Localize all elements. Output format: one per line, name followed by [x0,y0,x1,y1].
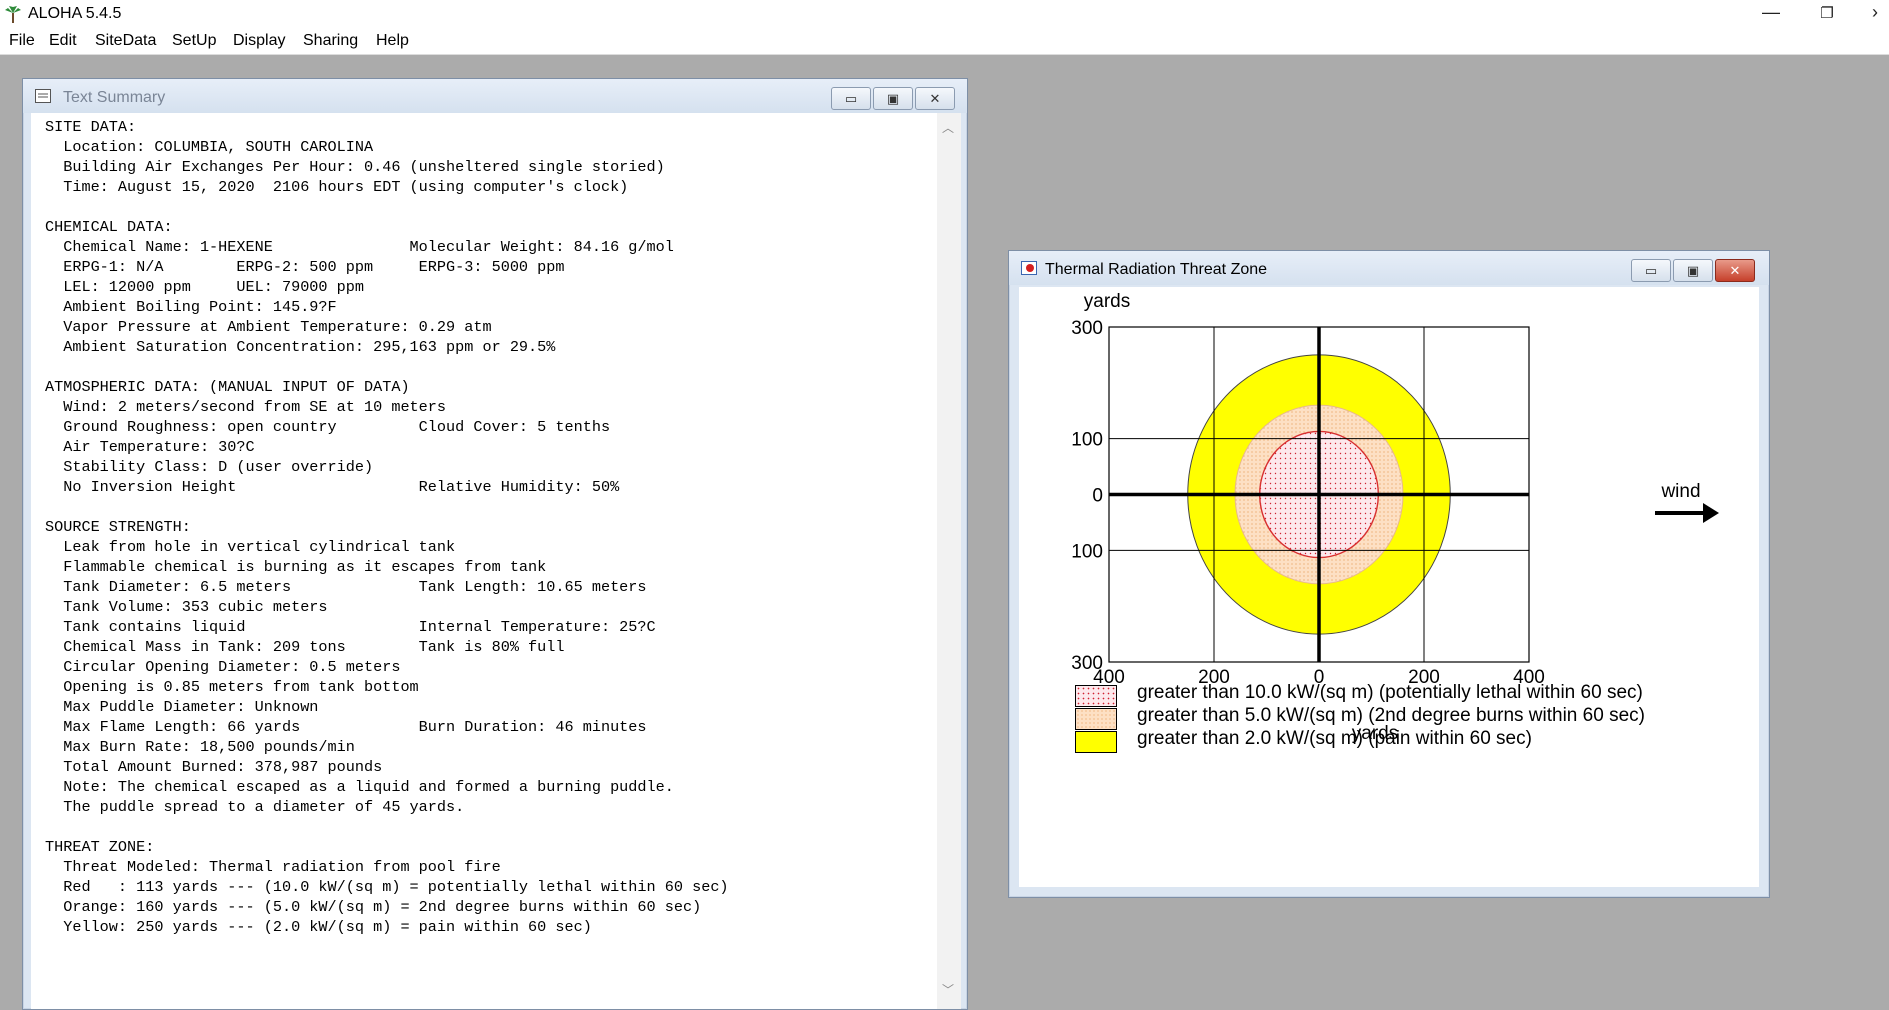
minimize-icon: ▭ [1644,262,1658,278]
y-tick-label: 0 [1092,486,1103,507]
threat-zone-titlebar[interactable]: Thermal Radiation Threat Zone ▭ ▣ ✕ [1009,251,1769,285]
minimize-button[interactable]: — [1756,2,1786,23]
vertical-scrollbar[interactable]: ︿ ﹀ [937,113,961,1009]
y-tick-label: 100 [1071,430,1103,451]
summary-line: Max Flame Length: 66 yards Burn Duration… [45,718,647,736]
text-summary-titlebar[interactable]: Text Summary ▭ ▣ ✕ [23,79,967,113]
summary-line: Ground Roughness: open country Cloud Cov… [45,418,611,436]
menu-sharing[interactable]: Sharing [303,32,358,50]
summary-line: Max Burn Rate: 18,500 pounds/min [45,738,355,756]
menu-sitedata[interactable]: SiteData [95,32,156,50]
document-icon [35,89,51,103]
menu-bar: File Edit SiteData SetUp Display Sharing… [0,28,1889,55]
y-axis-label: yards [1084,291,1130,312]
summary-line: Tank contains liquid Internal Temperatur… [45,618,656,636]
summary-line: Stability Class: D (user override) [45,458,374,476]
maximize-icon: ▣ [1686,262,1700,278]
summary-line: LEL: 12000 ppm UEL: 79000 ppm [45,278,364,296]
restore-button[interactable]: ❐ [1812,4,1842,22]
threat-zone-chart-area: 400 200 0 200 400 300 100 0 100 300 yards yards w… [1019,287,1759,887]
summary-line: No Inversion Height Relative Humidity: 5… [45,478,620,496]
summary-line: Max Puddle Diameter: Unknown [45,698,319,716]
summary-line: Wind: 2 meters/second from SE at 10 mete… [45,398,447,416]
summary-line: Threat Modeled: Thermal radiation from p… [45,858,501,876]
summary-line: Red : 113 yards --- (10.0 kW/(sq m) = po… [45,878,729,896]
app-title: ALOHA 5.4.5 [28,5,122,22]
summary-line: Time: August 15, 2020 2106 hours EDT (us… [45,178,629,196]
summary-line: ATMOSPHERIC DATA: (MANUAL INPUT OF DATA) [45,378,410,396]
summary-line: Total Amount Burned: 378,987 pounds [45,758,383,776]
legend-swatch [1075,708,1117,730]
text-summary-window[interactable]: Text Summary ▭ ▣ ✕ SITE DATA: Location: … [22,78,968,1010]
y-tick-label: 300 [1071,318,1103,339]
y-tick-label: 100 [1071,541,1103,562]
summary-line [45,817,937,837]
close-icon: ✕ [1729,262,1741,278]
legend-label: greater than 5.0 kW/(sq m) (2nd degree b… [1137,705,1645,726]
legend-label: greater than 2.0 kW/(sq m) (pain within … [1137,728,1532,749]
scroll-up-icon[interactable]: ︿ [942,119,954,136]
y-tick-label: 300 [1071,653,1103,674]
summary-line: Ambient Boiling Point: 145.9?F [45,298,337,316]
menu-help[interactable]: Help [376,32,409,50]
close-button[interactable]: › [1860,2,1889,23]
summary-line: Circular Opening Diameter: 0.5 meters [45,658,401,676]
menu-display[interactable]: Display [233,32,285,50]
threat-zone-window[interactable]: Thermal Radiation Threat Zone ▭ ▣ ✕ 400 … [1008,250,1770,898]
summary-line: Vapor Pressure at Ambient Temperature: 0… [45,318,492,336]
summary-line: Building Air Exchanges Per Hour: 0.46 (u… [45,158,665,176]
summary-line: Ambient Saturation Concentration: 295,16… [45,338,556,356]
summary-line: Flammable chemical is burning as it esca… [45,558,547,576]
summary-line: CHEMICAL DATA: [45,218,173,236]
summary-line: ERPG-1: N/A ERPG-2: 500 ppm ERPG-3: 5000… [45,258,565,276]
app-titlebar: ALOHA 5.4.5 — ❐ › [0,0,1889,28]
close-icon: ✕ [929,90,941,106]
summary-line: Chemical Name: 1-HEXENE Molecular Weight… [45,238,674,256]
wind-label: wind [1660,481,1700,502]
summary-line: Orange: 160 yards --- (5.0 kW/(sq m) = 2… [45,898,702,916]
threat-zone-title: Thermal Radiation Threat Zone [1045,261,1268,278]
summary-line [45,357,937,377]
scroll-down-icon[interactable]: ﹀ [942,981,954,998]
summary-line: Leak from hole in vertical cylindrical t… [45,538,456,556]
summary-line: Opening is 0.85 meters from tank bottom [45,678,419,696]
threat-zone-icon [1021,261,1037,275]
summary-line: Yellow: 250 yards --- (2.0 kW/(sq m) = p… [45,918,592,936]
summary-line: Tank Volume: 353 cubic meters [45,598,328,616]
summary-line [45,497,937,517]
legend-swatch [1075,731,1117,753]
menu-edit[interactable]: Edit [49,32,77,50]
summary-line: Air Temperature: 30?C [45,438,255,456]
summary-line: Tank Diameter: 6.5 meters Tank Length: 1… [45,578,647,596]
text-summary-title: Text Summary [63,89,166,106]
wind-arrow-icon [1655,503,1719,523]
threat-zone-maximize-button[interactable]: ▣ [1673,259,1713,282]
threat-zone-close-button[interactable]: ✕ [1715,259,1755,282]
summary-line: The puddle spread to a diameter of 45 ya… [45,798,465,816]
summary-line: THREAT ZONE: [45,838,155,856]
summary-line: SOURCE STRENGTH: [45,518,191,536]
summary-line: Note: The chemical escaped as a liquid a… [45,778,674,796]
text-summary-content[interactable]: SITE DATA: Location: COLUMBIA, SOUTH CAR… [31,113,937,1009]
legend-label: greater than 10.0 kW/(sq m) (potentially… [1137,682,1643,703]
legend-swatch [1075,685,1117,707]
maximize-icon: ▣ [886,90,900,106]
summary-line [45,197,937,217]
palm-tree-icon [5,6,21,23]
summary-line: Chemical Mass in Tank: 209 tons Tank is … [45,638,565,656]
text-summary-minimize-button[interactable]: ▭ [831,87,871,110]
minimize-icon: ▭ [844,90,858,106]
summary-line: SITE DATA: [45,118,137,136]
menu-setup[interactable]: SetUp [172,32,216,50]
text-summary-maximize-button[interactable]: ▣ [873,87,913,110]
menu-file[interactable]: File [9,32,35,50]
text-summary-close-button[interactable]: ✕ [915,87,955,110]
summary-line: Location: COLUMBIA, SOUTH CAROLINA [45,138,374,156]
threat-zone-minimize-button[interactable]: ▭ [1631,259,1671,282]
